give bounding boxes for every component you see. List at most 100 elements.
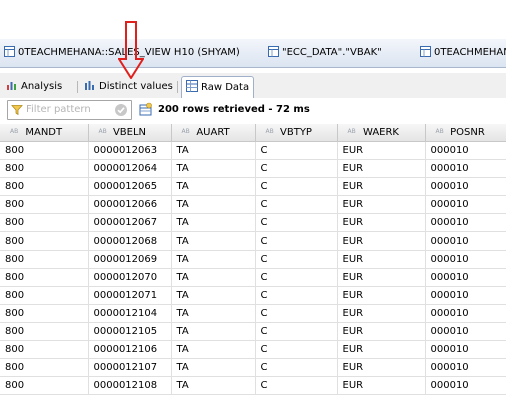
- tab-raw-data[interactable]: Raw Data: [181, 76, 255, 98]
- table-cell-vbtyp: C: [255, 268, 338, 287]
- table-row[interactable]: 800 0000012071 TA C EUR 000010: [0, 286, 506, 305]
- rows-retrieved-status: 200 rows retrieved - 72 ms: [158, 104, 310, 115]
- table-cell-auart: TA: [171, 250, 256, 269]
- table-row[interactable]: 800 0000012105 TA C EUR 000010: [0, 322, 506, 342]
- table-cell-mandt: 800: [0, 304, 89, 323]
- table-cell-vbeln: 0000012063: [88, 141, 172, 161]
- editor-tab-teachmehana[interactable]: 0TEACHMEHANA::: [420, 39, 506, 67]
- table-row[interactable]: 800 0000012065 TA C EUR 000010: [0, 177, 506, 197]
- table-row[interactable]: 800 0000012064 TA C EUR 000010: [0, 159, 506, 179]
- table-row[interactable]: 800 0000012067 TA C EUR 000010: [0, 213, 506, 233]
- table-cell-vbtyp: C: [255, 159, 338, 179]
- table-cell-waerk: EUR: [337, 177, 426, 197]
- table-cell-waerk: EUR: [337, 322, 426, 342]
- table-cell-vbtyp: C: [255, 213, 338, 233]
- table-cell-mandt: 800: [0, 231, 89, 251]
- table-cell-mandt: 800: [0, 340, 89, 360]
- column-header-label: WAERK: [362, 127, 399, 138]
- tab-separator: [177, 81, 178, 93]
- table-cell-mandt: 800: [0, 177, 89, 197]
- table-cell-waerk: EUR: [337, 250, 426, 269]
- editor-tab-label: "ECC_DATA"."VBAK": [282, 47, 382, 58]
- column-header-label: AUART: [196, 127, 230, 138]
- table-cell-posnr: 000010: [425, 250, 506, 269]
- table-cell-vbtyp: C: [255, 250, 338, 269]
- table-cell-auart: TA: [171, 195, 256, 215]
- table-cell-vbtyp: C: [255, 340, 338, 360]
- table-row[interactable]: 800 0000012104 TA C EUR 000010: [0, 304, 506, 323]
- table-row[interactable]: 800 0000012069 TA C EUR 000010: [0, 250, 506, 269]
- table-cell-vbtyp: C: [255, 177, 338, 197]
- table-cell-vbeln: 0000012065: [88, 177, 172, 197]
- table-cell-vbtyp: C: [255, 231, 338, 251]
- table-cell-vbtyp: C: [255, 304, 338, 323]
- type-badge: AB: [98, 128, 107, 135]
- table-cell-posnr: 000010: [425, 195, 506, 215]
- table-row[interactable]: 800 0000012106 TA C EUR 000010: [0, 340, 506, 360]
- data-table-icon: [139, 102, 152, 116]
- raw-data-table: AB MANDT AB VBELN AB AUART AB VBTYP AB WAERK …: [0, 124, 506, 395]
- table-row[interactable]: 800 0000012063 TA C EUR 000010: [0, 141, 506, 161]
- table-cell-waerk: EUR: [337, 358, 426, 378]
- table-cell-vbtyp: C: [255, 141, 338, 161]
- table-cell-waerk: EUR: [337, 268, 426, 287]
- tab-label: Raw Data: [201, 82, 250, 93]
- table-cell-mandt: 800: [0, 286, 89, 305]
- table-cell-mandt: 800: [0, 358, 89, 378]
- clear-filter-icon[interactable]: [114, 103, 128, 117]
- column-header-waerk[interactable]: AB WAERK: [337, 124, 426, 142]
- table-cell-auart: TA: [171, 159, 256, 179]
- table-row[interactable]: 800 0000012107 TA C EUR 000010: [0, 358, 506, 378]
- table-cell-vbeln: 0000012069: [88, 250, 172, 269]
- table-row[interactable]: 800 0000012066 TA C EUR 000010: [0, 195, 506, 215]
- table-cell-mandt: 800: [0, 250, 89, 269]
- table-cell-auart: TA: [171, 231, 256, 251]
- type-badge: AB: [181, 128, 190, 135]
- table-cell-auart: TA: [171, 286, 256, 305]
- table-cell-mandt: 800: [0, 195, 89, 215]
- filter-input[interactable]: [26, 102, 108, 116]
- table-cell-auart: TA: [171, 141, 256, 161]
- table-cell-waerk: EUR: [337, 195, 426, 215]
- table-cell-vbeln: 0000012064: [88, 159, 172, 179]
- column-header-vbeln[interactable]: AB VBELN: [88, 124, 172, 142]
- table-row[interactable]: 800 0000012070 TA C EUR 000010: [0, 268, 506, 287]
- tab-analysis[interactable]: Analysis: [6, 76, 62, 97]
- table-cell-vbtyp: C: [255, 286, 338, 305]
- table-cell-posnr: 000010: [425, 322, 506, 342]
- view-tab-bar: Analysis Distinct values Raw Data: [0, 73, 506, 99]
- table-row[interactable]: 800 0000012068 TA C EUR 000010: [0, 231, 506, 251]
- tab-label: Analysis: [21, 81, 63, 92]
- type-badge: AB: [347, 128, 356, 135]
- table-cell-posnr: 000010: [425, 358, 506, 378]
- table-cell-posnr: 000010: [425, 268, 506, 287]
- editor-tab-label: 0TEACHMEHANA::: [434, 47, 506, 58]
- column-header-label: VBTYP: [280, 127, 312, 138]
- type-badge: AB: [265, 128, 274, 135]
- table-cell-waerk: EUR: [337, 304, 426, 323]
- table-cell-vbeln: 0000012107: [88, 358, 172, 378]
- table-cell-auart: TA: [171, 304, 256, 323]
- column-header-mandt[interactable]: AB MANDT: [0, 124, 89, 142]
- column-header-auart[interactable]: AB AUART: [171, 124, 256, 142]
- red-down-arrow-annotation: [118, 21, 144, 79]
- table-cell-vbeln: 0000012106: [88, 340, 172, 360]
- table-cell-vbeln: 0000012070: [88, 268, 172, 287]
- table-cell-auart: TA: [171, 177, 256, 197]
- table-cell-waerk: EUR: [337, 340, 426, 360]
- table-cell-mandt: 800: [0, 141, 89, 161]
- type-badge: AB: [435, 128, 444, 135]
- table-cell-vbtyp: C: [255, 358, 338, 378]
- column-header-posnr[interactable]: AB POSNR: [425, 124, 506, 142]
- type-badge: AB: [10, 128, 19, 135]
- table-header-row: AB MANDT AB VBELN AB AUART AB VBTYP AB WAERK …: [0, 124, 506, 142]
- tab-distinct-values[interactable]: Distinct values: [84, 76, 173, 97]
- table-cell-auart: TA: [171, 322, 256, 342]
- editor-tab-vbak[interactable]: "ECC_DATA"."VBAK": [268, 39, 382, 67]
- table-view-icon: [4, 46, 15, 57]
- table-cell-vbeln: 0000012104: [88, 304, 172, 323]
- table-cell-waerk: EUR: [337, 159, 426, 179]
- column-header-vbtyp[interactable]: AB VBTYP: [255, 124, 338, 142]
- filter-row: 200 rows retrieved - 72 ms: [0, 98, 506, 124]
- table-cell-vbeln: 0000012066: [88, 195, 172, 215]
